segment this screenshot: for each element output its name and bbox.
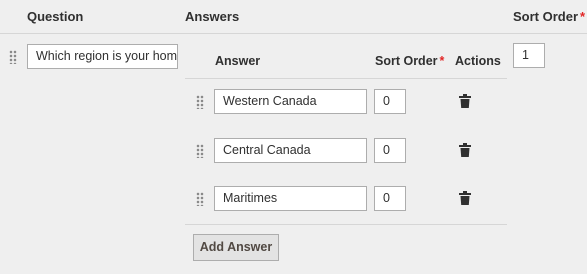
answer-sort-order-input[interactable]: 0 xyxy=(374,186,406,211)
header-divider xyxy=(0,33,587,34)
answer-input[interactable]: Central Canada xyxy=(214,138,367,163)
question-column-header: Question xyxy=(27,9,84,24)
sort-order-column-header: Sort Order * xyxy=(513,9,585,24)
answer-sort-order-label: Sort Order xyxy=(375,54,438,68)
answer-sort-order-column-header: Sort Order * xyxy=(375,54,444,68)
answers-header-divider xyxy=(185,78,507,79)
trash-icon[interactable] xyxy=(459,143,471,157)
trash-icon[interactable] xyxy=(459,191,471,205)
answers-footer-divider xyxy=(185,224,507,225)
question-input[interactable]: Which region is your home xyxy=(27,44,178,69)
answers-column-header: Answers xyxy=(185,9,240,24)
answer-input[interactable]: Maritimes xyxy=(214,186,367,211)
required-mark: * xyxy=(580,9,586,24)
sort-order-header-label: Sort Order xyxy=(513,9,579,24)
add-answer-button[interactable]: Add Answer xyxy=(193,234,279,261)
answer-sort-order-input[interactable]: 0 xyxy=(374,89,406,114)
answer-input[interactable]: Western Canada xyxy=(214,89,367,114)
question-sort-order-input[interactable]: 1 xyxy=(513,43,545,68)
required-mark: * xyxy=(439,54,445,68)
answer-drag-handle-icon[interactable] xyxy=(196,95,204,109)
question-drag-handle-icon[interactable] xyxy=(9,50,17,64)
trash-icon[interactable] xyxy=(459,94,471,108)
answer-drag-handle-icon[interactable] xyxy=(196,144,204,158)
answer-sort-order-input[interactable]: 0 xyxy=(374,138,406,163)
actions-column-header: Actions xyxy=(455,54,501,68)
answer-column-header: Answer xyxy=(215,54,261,68)
answer-drag-handle-icon[interactable] xyxy=(196,192,204,206)
